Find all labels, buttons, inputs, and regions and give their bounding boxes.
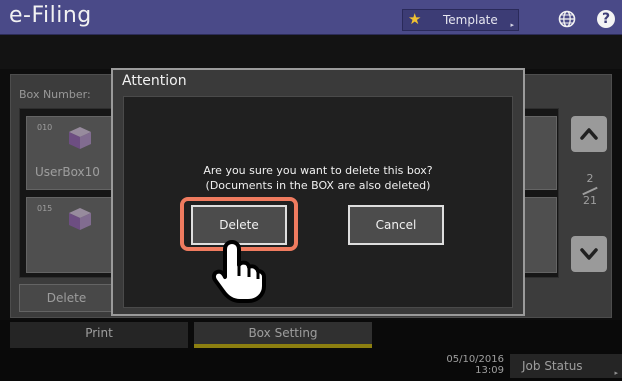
screen: e-Filing ★ Template ▸ ? Box Number: 010 … bbox=[0, 0, 622, 381]
dialog-message-line1: Are you sure you want to delete this box… bbox=[203, 164, 433, 177]
help-icon[interactable]: ? bbox=[597, 10, 615, 28]
template-label: Template bbox=[443, 13, 498, 27]
dialog-title: Attention bbox=[122, 73, 187, 89]
globe-icon[interactable] bbox=[558, 10, 576, 28]
app-title: e-Filing bbox=[9, 3, 92, 28]
dialog-cancel-button[interactable]: Cancel bbox=[348, 205, 444, 245]
template-button[interactable]: ★ Template ▸ bbox=[402, 9, 519, 31]
header-bar: e-Filing ★ Template ▸ ? bbox=[0, 0, 622, 35]
dialog-message-line2: (Documents in the BOX are also deleted) bbox=[205, 179, 431, 192]
star-icon: ★ bbox=[408, 10, 422, 28]
pointing-hand-icon bbox=[211, 240, 266, 303]
corner-arrow-icon: ▸ bbox=[510, 21, 514, 29]
dialog-message: Are you sure you want to delete this box… bbox=[123, 163, 513, 193]
